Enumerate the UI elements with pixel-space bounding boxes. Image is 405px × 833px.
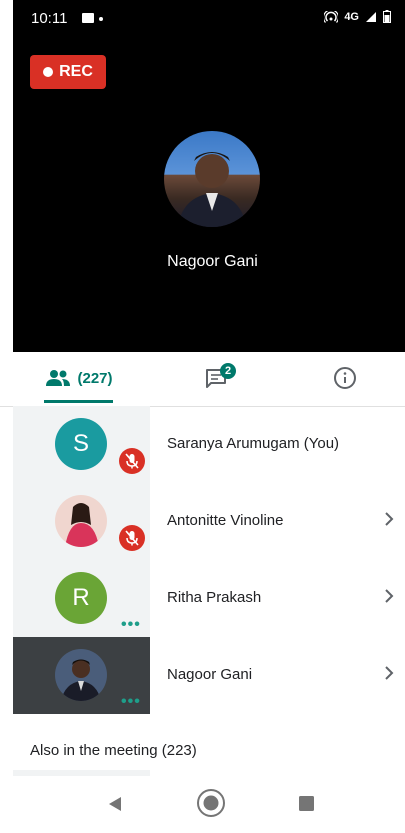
status-time: 10:11 [31, 10, 68, 27]
mic-off-icon [119, 448, 145, 474]
notification-dot-icon [99, 17, 103, 21]
participant-row[interactable]: Antonitte Vinoline [13, 483, 405, 560]
chevron-right-icon[interactable] [381, 663, 397, 683]
navigation-bar [0, 777, 405, 833]
speaking-dots-icon: ••• [121, 616, 141, 633]
tab-people-indicator [44, 400, 113, 403]
battery-icon [383, 10, 391, 23]
people-icon [46, 370, 71, 386]
participant-tile [13, 483, 150, 560]
participant-row[interactable]: R ••• Ritha Prakash [13, 560, 405, 637]
speaking-dots-icon: ••• [121, 693, 141, 710]
participant-tile: S [13, 406, 150, 483]
participant-name: Nagoor Gani [167, 666, 253, 683]
tab-people[interactable]: (227) [40, 352, 118, 404]
status-right: 4G [324, 10, 391, 23]
home-icon[interactable] [195, 787, 227, 819]
signal-icon [366, 11, 376, 22]
image-notification-icon [82, 13, 94, 23]
avatar: R [55, 572, 107, 624]
participant-photo-icon [65, 503, 99, 547]
participant-name: Antonitte Vinoline [167, 512, 284, 529]
participant-name: Ritha Prakash [167, 589, 262, 606]
speaker-photo-icon [178, 152, 246, 227]
tab-bar: (227) [0, 352, 405, 407]
avatar [55, 649, 107, 701]
status-bar: 10:11 4G [13, 0, 405, 40]
participant-row[interactable]: S Saranya Arumugam (You) [13, 406, 405, 483]
participant-photo-icon [61, 659, 101, 701]
participant-tile: R ••• [13, 560, 150, 637]
participant-tile: ••• [13, 637, 150, 714]
next-participant-tile [13, 770, 150, 776]
people-count: (227) [77, 369, 113, 387]
chevron-right-icon[interactable] [381, 509, 397, 529]
back-icon[interactable] [106, 795, 124, 813]
mic-off-icon [119, 525, 145, 551]
record-dot-icon [43, 67, 54, 77]
speaker-avatar [164, 131, 260, 227]
recording-label: REC [59, 63, 93, 80]
avatar: S [55, 418, 107, 470]
recents-icon[interactable] [298, 795, 315, 812]
chat-unread-badge: 2 [220, 363, 236, 379]
tab-info[interactable] [330, 352, 360, 404]
participant-row[interactable]: ••• Nagoor Gani [13, 637, 405, 714]
hotspot-icon [324, 10, 339, 23]
also-in-meeting-header: Also in the meeting (223) [30, 742, 197, 759]
info-icon [334, 367, 356, 389]
avatar [55, 495, 107, 547]
participant-name: Saranya Arumugam (You) [167, 435, 340, 452]
recording-badge: REC [30, 55, 106, 89]
speaker-name: Nagoor Gani [167, 253, 258, 270]
chevron-right-icon[interactable] [381, 586, 397, 606]
network-type: 4G [344, 10, 359, 23]
